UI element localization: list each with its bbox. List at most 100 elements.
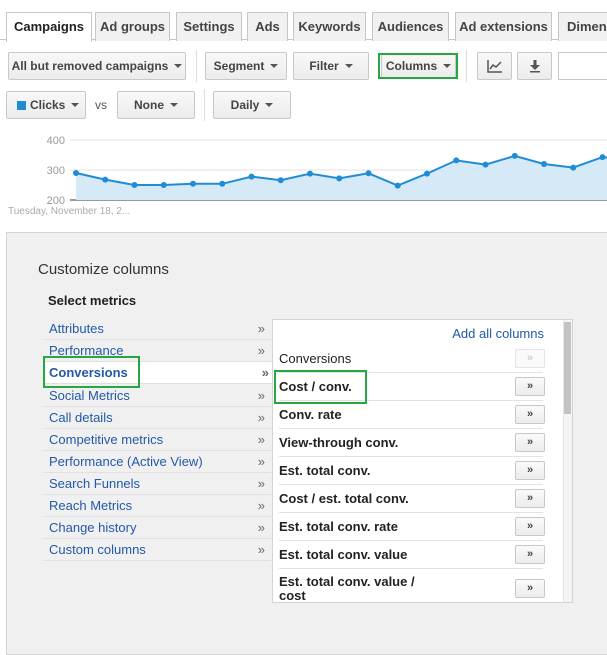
add-all-columns-link[interactable]: Add all columns	[452, 326, 544, 341]
chevron-right-icon: »	[257, 410, 265, 425]
search-input[interactable]	[558, 52, 607, 80]
category-call-details[interactable]: Call details »	[43, 407, 271, 429]
category-label: Change history	[49, 520, 137, 535]
tab-campaigns[interactable]: Campaigns	[6, 12, 92, 42]
category-search-funnels[interactable]: Search Funnels »	[43, 473, 271, 495]
category-attributes[interactable]: Attributes »	[43, 318, 271, 340]
scroll-thumb[interactable]	[564, 322, 571, 414]
metric-row: Conv. rate »	[279, 401, 545, 429]
campaign-status-filter-button[interactable]: All but removed campaigns	[8, 52, 186, 80]
chevron-down-icon	[344, 63, 353, 68]
period-dropdown[interactable]: Daily	[213, 91, 291, 119]
tab-keywords[interactable]: Keywords	[293, 12, 366, 41]
metric-row: Cost / est. total conv. »	[279, 485, 545, 513]
add-metric-button[interactable]: »	[515, 489, 545, 508]
metrics-list-scrollbar[interactable]	[563, 320, 572, 602]
tab-ad-groups[interactable]: Ad groups	[95, 12, 170, 41]
metric-label: Conversions	[279, 351, 352, 366]
add-metric-button[interactable]: »	[515, 377, 545, 396]
segment-button[interactable]: Segment	[205, 52, 287, 80]
chevron-right-icon: »	[257, 321, 265, 336]
chevron-down-icon	[265, 102, 274, 107]
chart-point[interactable]	[190, 180, 196, 187]
metric-row: View-through conv. »	[279, 429, 545, 457]
cost-per-conv-highlight	[274, 370, 367, 404]
chart-point[interactable]	[365, 170, 372, 177]
tab-ads[interactable]: Ads	[247, 12, 288, 41]
line-chart-icon	[486, 60, 502, 73]
category-competitive-metrics[interactable]: Competitive metrics »	[43, 429, 271, 451]
category-label: Call details	[49, 410, 113, 425]
chart-point[interactable]	[336, 175, 343, 182]
metric-row: Conversions »	[279, 345, 545, 373]
tab-ad-extensions[interactable]: Ad extensions	[455, 12, 552, 41]
select-metrics-heading: Select metrics	[48, 293, 137, 308]
chart-point[interactable]	[541, 161, 547, 167]
metric-label: Est. total conv. rate	[279, 519, 398, 534]
y-tick-label: 300	[47, 165, 65, 177]
panel-title: Customize columns	[38, 261, 169, 278]
category-custom-columns[interactable]: Custom columns »	[43, 539, 271, 561]
category-performance-active-view[interactable]: Performance (Active View) »	[43, 451, 271, 473]
metric2-label: None	[134, 98, 164, 112]
toolbar-divider	[204, 89, 205, 121]
chart-point[interactable]	[453, 157, 460, 164]
category-label: Social Metrics	[49, 388, 130, 403]
filter-button[interactable]: Filter	[293, 52, 369, 80]
add-metric-button[interactable]: »	[515, 579, 545, 598]
chevron-right-icon: »	[257, 542, 265, 557]
chart-point[interactable]	[482, 161, 489, 168]
chart-point[interactable]	[277, 177, 284, 184]
metric-row: Est. total conv. value / cost »	[279, 569, 545, 603]
add-metric-button[interactable]: »	[515, 517, 545, 536]
filter-label: Filter	[309, 59, 339, 73]
category-label: Attributes	[49, 321, 104, 336]
metrics-list: Add all columns Conversions» Cost / conv.…	[272, 319, 573, 603]
metric-label: Est. total conv. value / cost	[279, 574, 415, 603]
chart-point[interactable]	[248, 173, 255, 180]
category-label: Performance (Active View)	[49, 454, 203, 469]
chevron-right-icon: »	[257, 388, 265, 403]
chart-point[interactable]	[219, 180, 226, 187]
add-metric-button: »	[515, 349, 545, 368]
chart-point[interactable]	[599, 154, 606, 161]
metric-label: View-through conv.	[279, 435, 399, 450]
chart-point[interactable]	[73, 170, 79, 176]
category-change-history[interactable]: Change history »	[43, 517, 271, 539]
add-metric-button[interactable]: »	[515, 461, 545, 480]
segment-label: Segment	[213, 59, 265, 73]
campaign-status-filter-label: All but removed campaigns	[11, 59, 169, 73]
add-metric-button[interactable]: »	[515, 405, 545, 424]
download-button[interactable]	[517, 52, 552, 80]
add-metric-button[interactable]: »	[515, 433, 545, 452]
category-label: Search Funnels	[49, 476, 141, 491]
tab-dimensions[interactable]: Dimens	[558, 12, 607, 41]
chart-point[interactable]	[160, 182, 167, 188]
chart-toggle-button[interactable]	[477, 52, 512, 80]
category-label: Custom columns	[49, 542, 146, 557]
chart-point[interactable]	[424, 170, 430, 177]
chevron-right-icon: »	[257, 520, 265, 535]
add-metric-button[interactable]: »	[515, 545, 545, 564]
chart-point[interactable]	[131, 182, 138, 188]
metric1-dropdown[interactable]: Clicks	[6, 91, 86, 119]
chevron-down-icon	[270, 63, 279, 68]
columns-highlight	[378, 53, 458, 79]
chart-point[interactable]	[570, 164, 577, 171]
metric2-dropdown[interactable]: None	[117, 91, 195, 119]
clicks-chart: 400300200 Tuesday, November 18, 2...	[8, 135, 607, 217]
chevron-right-icon: »	[257, 454, 265, 469]
chevron-right-icon: »	[257, 498, 265, 513]
tab-bar: Campaigns Ad groups Settings Ads Keyword…	[0, 0, 607, 42]
chart-point[interactable]	[102, 176, 109, 183]
tab-settings[interactable]: Settings	[176, 12, 242, 41]
chart-point[interactable]	[307, 170, 313, 177]
chart-point[interactable]	[511, 152, 518, 159]
category-social-metrics[interactable]: Social Metrics »	[43, 385, 271, 407]
category-reach-metrics[interactable]: Reach Metrics »	[43, 495, 271, 517]
chart-point[interactable]	[394, 182, 401, 189]
series-color-swatch	[17, 101, 26, 110]
toolbar-divider	[196, 50, 197, 82]
tab-audiences[interactable]: Audiences	[372, 12, 449, 41]
chevron-right-icon: »	[261, 365, 269, 380]
